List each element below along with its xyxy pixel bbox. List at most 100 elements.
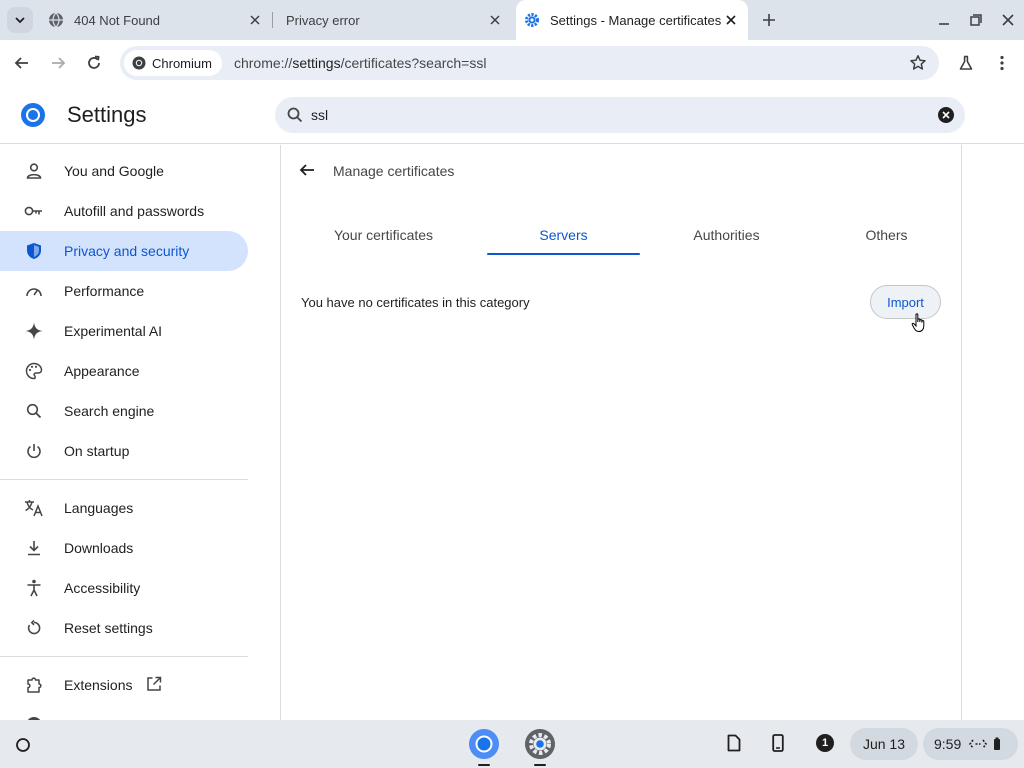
close-window-button[interactable] bbox=[996, 8, 1020, 32]
clear-search-icon[interactable] bbox=[937, 106, 955, 124]
url-host: settings bbox=[292, 55, 341, 71]
browser-menu-button[interactable] bbox=[988, 49, 1016, 77]
forward-button[interactable] bbox=[44, 49, 72, 77]
tab-search-button[interactable] bbox=[7, 7, 33, 33]
sidebar-item-downloads[interactable]: Downloads bbox=[0, 528, 248, 568]
labs-button[interactable] bbox=[952, 49, 980, 77]
chromium-app-icon[interactable] bbox=[467, 727, 501, 761]
bookmark-star-icon[interactable] bbox=[909, 54, 927, 72]
flask-icon bbox=[959, 55, 973, 70]
sidebar-item-label: Languages bbox=[64, 500, 134, 516]
sidebar-item-reset-settings[interactable]: Reset settings bbox=[0, 608, 248, 648]
notification-counter[interactable]: 1 bbox=[814, 732, 836, 754]
sidebar-item-privacy-and-security[interactable]: Privacy and security bbox=[0, 231, 248, 271]
plus-icon bbox=[763, 14, 775, 26]
status-area[interactable]: 9:59 bbox=[923, 728, 1018, 760]
site-info-chip[interactable]: Chromium bbox=[124, 50, 222, 76]
sidebar-item-label: Performance bbox=[64, 283, 145, 299]
sidebar-item-accessibility[interactable]: Accessibility bbox=[0, 568, 248, 608]
battery-icon bbox=[994, 737, 1001, 750]
tab-servers[interactable]: Servers bbox=[487, 215, 640, 255]
globe-icon bbox=[48, 12, 64, 28]
sidebar-item-on-startup[interactable]: On startup bbox=[0, 431, 248, 471]
chevron-down-icon bbox=[15, 17, 25, 24]
tab-label: Servers bbox=[539, 227, 588, 243]
time-label: 9:59 bbox=[934, 736, 962, 752]
minimize-button[interactable] bbox=[932, 8, 956, 32]
settings-sidebar: You and Google Autofill and passwords Pr… bbox=[0, 145, 262, 720]
sidebar-item-about[interactable] bbox=[0, 705, 248, 720]
settings-search-input[interactable] bbox=[311, 107, 911, 123]
sidebar-item-languages[interactable]: Languages bbox=[0, 488, 248, 528]
chromium-logo-icon bbox=[132, 56, 146, 70]
new-tab-button[interactable] bbox=[757, 8, 781, 32]
close-icon[interactable] bbox=[486, 11, 504, 29]
restore-button[interactable] bbox=[964, 8, 988, 32]
system-shelf: 1 Jun 13 9:59 bbox=[0, 720, 1024, 768]
sidebar-item-search-engine[interactable]: Search engine bbox=[0, 391, 248, 431]
tab-your-certificates[interactable]: Your certificates bbox=[307, 215, 460, 255]
active-tab-indicator bbox=[487, 253, 640, 255]
sidebar-item-appearance[interactable]: Appearance bbox=[0, 351, 248, 391]
back-button[interactable] bbox=[8, 49, 36, 77]
date-tray[interactable]: Jun 13 bbox=[850, 728, 918, 760]
sidebar-item-experimental-ai[interactable]: Experimental AI bbox=[0, 311, 248, 351]
phone-hub-button[interactable] bbox=[767, 732, 789, 754]
sidebar-item-label: Appearance bbox=[64, 363, 140, 379]
close-icon bbox=[1002, 14, 1014, 26]
sidebar-item-extensions[interactable]: Extensions bbox=[0, 665, 248, 705]
puzzle-icon bbox=[24, 675, 44, 695]
settings-search-box[interactable] bbox=[275, 97, 965, 133]
sidebar-divider bbox=[0, 656, 248, 657]
address-bar[interactable]: Chromium chrome://settings/certificates?… bbox=[120, 46, 939, 80]
app-running-indicator bbox=[534, 764, 546, 766]
sidebar-divider bbox=[0, 479, 248, 480]
tab-404-not-found[interactable]: 404 Not Found bbox=[40, 0, 272, 40]
restore-icon bbox=[970, 14, 982, 26]
accessibility-icon bbox=[24, 578, 44, 598]
kebab-menu-icon bbox=[1000, 55, 1004, 71]
speedometer-icon bbox=[24, 281, 44, 301]
tab-authorities[interactable]: Authorities bbox=[650, 215, 803, 255]
launcher-button[interactable] bbox=[10, 732, 36, 758]
arrow-left-icon bbox=[14, 57, 28, 69]
tab-title: Privacy error bbox=[286, 12, 360, 28]
sparkle-icon bbox=[24, 321, 44, 341]
notification-count: 1 bbox=[821, 737, 829, 749]
sidebar-item-label: Downloads bbox=[64, 540, 134, 556]
close-icon[interactable] bbox=[722, 11, 740, 29]
import-button[interactable]: Import bbox=[870, 285, 941, 319]
tab-others[interactable]: Others bbox=[810, 215, 963, 255]
phone-icon bbox=[772, 734, 784, 752]
sidebar-item-label: On startup bbox=[64, 443, 130, 459]
back-arrow-icon[interactable] bbox=[297, 160, 317, 180]
sidebar-item-autofill[interactable]: Autofill and passwords bbox=[0, 191, 248, 231]
close-icon[interactable] bbox=[246, 11, 264, 29]
sidebar-item-label: Autofill and passwords bbox=[64, 203, 205, 219]
tab-label: Authorities bbox=[693, 227, 760, 243]
reload-button[interactable] bbox=[80, 49, 108, 77]
search-icon bbox=[287, 107, 303, 123]
holding-space-button[interactable] bbox=[723, 732, 745, 754]
open-in-new-icon bbox=[146, 676, 164, 694]
date-label: Jun 13 bbox=[862, 736, 906, 752]
page-title: Settings bbox=[67, 102, 147, 127]
sidebar-item-label: Privacy and security bbox=[64, 243, 190, 259]
site-info-label: Chromium bbox=[152, 55, 212, 71]
sidebar-item-label: Search engine bbox=[64, 403, 155, 419]
shield-icon bbox=[24, 241, 44, 261]
gear-icon bbox=[524, 12, 540, 28]
browser-toolbar: Chromium chrome://settings/certificates?… bbox=[0, 40, 1024, 86]
sidebar-item-label: Extensions bbox=[64, 677, 133, 693]
sidebar-item-performance[interactable]: Performance bbox=[0, 271, 248, 311]
settings-app-icon[interactable] bbox=[523, 727, 557, 761]
tab-privacy-error[interactable]: Privacy error bbox=[272, 0, 512, 40]
app-running-indicator bbox=[478, 764, 490, 766]
url-scheme: chrome:// bbox=[233, 55, 293, 71]
tab-settings-manage-certificates[interactable]: Settings - Manage certificates bbox=[516, 0, 748, 40]
tab-title: 404 Not Found bbox=[74, 12, 161, 28]
tab-label: Your certificates bbox=[333, 227, 434, 243]
file-icon bbox=[727, 734, 741, 752]
sidebar-item-you-and-google[interactable]: You and Google bbox=[0, 151, 248, 191]
network-icon bbox=[969, 739, 988, 749]
